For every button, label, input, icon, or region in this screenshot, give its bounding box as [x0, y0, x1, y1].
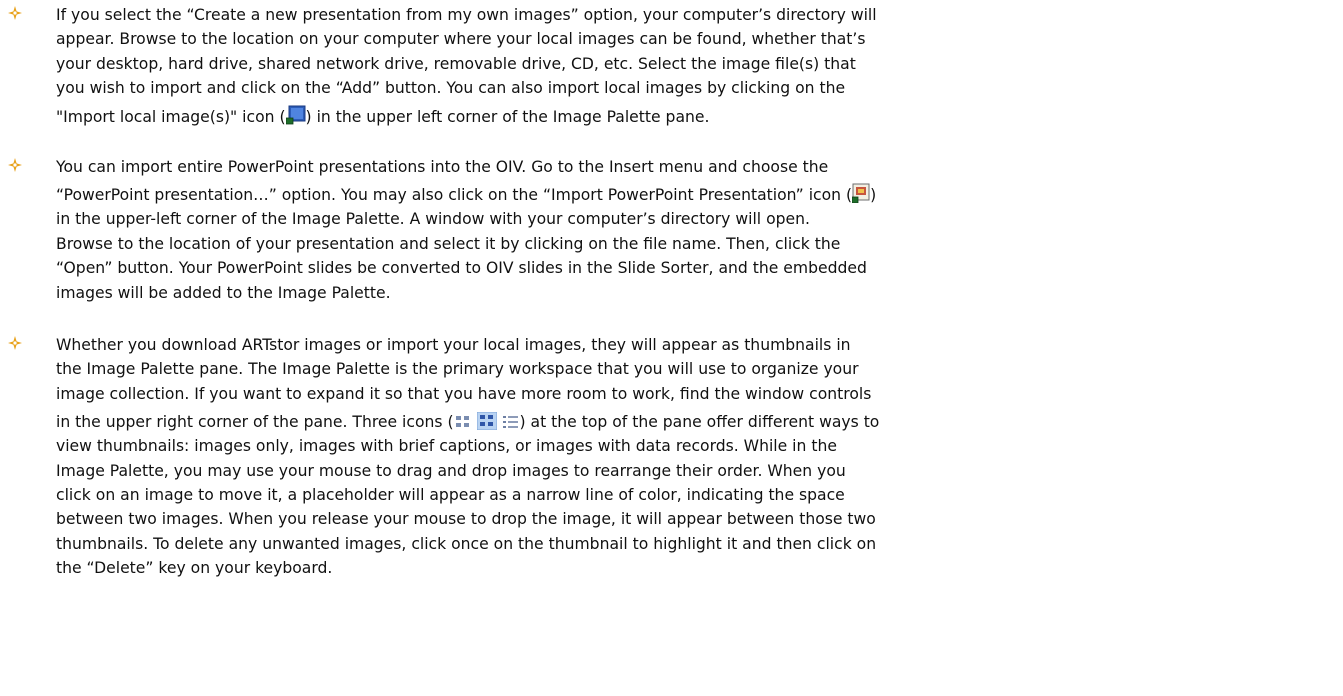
paragraph-line: in the upper right corner of the pane. T… — [56, 406, 1331, 434]
paragraph-line: you wish to import and click on the “Add… — [56, 79, 846, 98]
paragraph-text: ) — [870, 186, 877, 205]
paragraph-text: in the upper right corner of the pane. T… — [56, 413, 454, 432]
paragraph-line: between two images. When you release you… — [56, 510, 876, 529]
paragraph-line: the Image Palette pane. The Image Palett… — [56, 360, 859, 379]
paragraph-line: “PowerPoint presentation…” option. You m… — [56, 179, 1331, 207]
paragraph-line: Image Palette, you may use your mouse to… — [56, 461, 846, 480]
paragraph-text: ) at the top of the pane offer different… — [519, 413, 880, 432]
paragraph-line: Whether you download ARTstor images or i… — [56, 336, 851, 354]
paragraph-line: Browse to the location of your presentat… — [56, 234, 841, 253]
bullet-icon — [8, 336, 22, 350]
paragraph-line: "Import local image(s)" icon ( ) in the u… — [56, 101, 1331, 129]
paragraph-line: images will be added to the Image Palett… — [56, 283, 391, 302]
paragraph-line: the “Delete” key on your keyboard. — [56, 559, 333, 578]
data-records-view-icon — [502, 414, 520, 430]
paragraph-line: click on an image to move it, a placehol… — [56, 485, 845, 504]
paragraph-line: image collection. If you want to expand … — [56, 384, 872, 403]
document-page: If you select the “Create a new presenta… — [0, 0, 1343, 696]
paragraph-text: "Import local image(s)" icon ( — [56, 107, 286, 126]
brief-captions-view-icon — [476, 412, 497, 431]
paragraph-line: If you select the “Create a new presenta… — [56, 6, 877, 24]
paragraph-line: thumbnails. To delete any unwanted image… — [56, 534, 877, 553]
paragraph-line: You can import entire PowerPoint present… — [56, 158, 829, 176]
paragraph-line: appear. Browse to the location on your c… — [56, 30, 866, 49]
bullet-icon — [8, 6, 22, 20]
bullet-icon — [8, 158, 22, 172]
import-powerpoint-icon — [852, 183, 870, 204]
import-local-image-icon — [285, 105, 306, 125]
paragraph-line: “Open” button. Your PowerPoint slides be… — [56, 259, 867, 278]
paragraph-line: view thumbnails: images only, images wit… — [56, 437, 837, 456]
paragraph-line: your desktop, hard drive, shared network… — [56, 54, 856, 73]
paragraph-text: ) in the upper left corner of the Image … — [305, 107, 710, 126]
paragraph-line: in the upper-left corner of the Image Pa… — [56, 210, 810, 229]
paragraph-text: “PowerPoint presentation…” option. You m… — [56, 186, 853, 205]
images-only-view-icon — [454, 414, 472, 430]
